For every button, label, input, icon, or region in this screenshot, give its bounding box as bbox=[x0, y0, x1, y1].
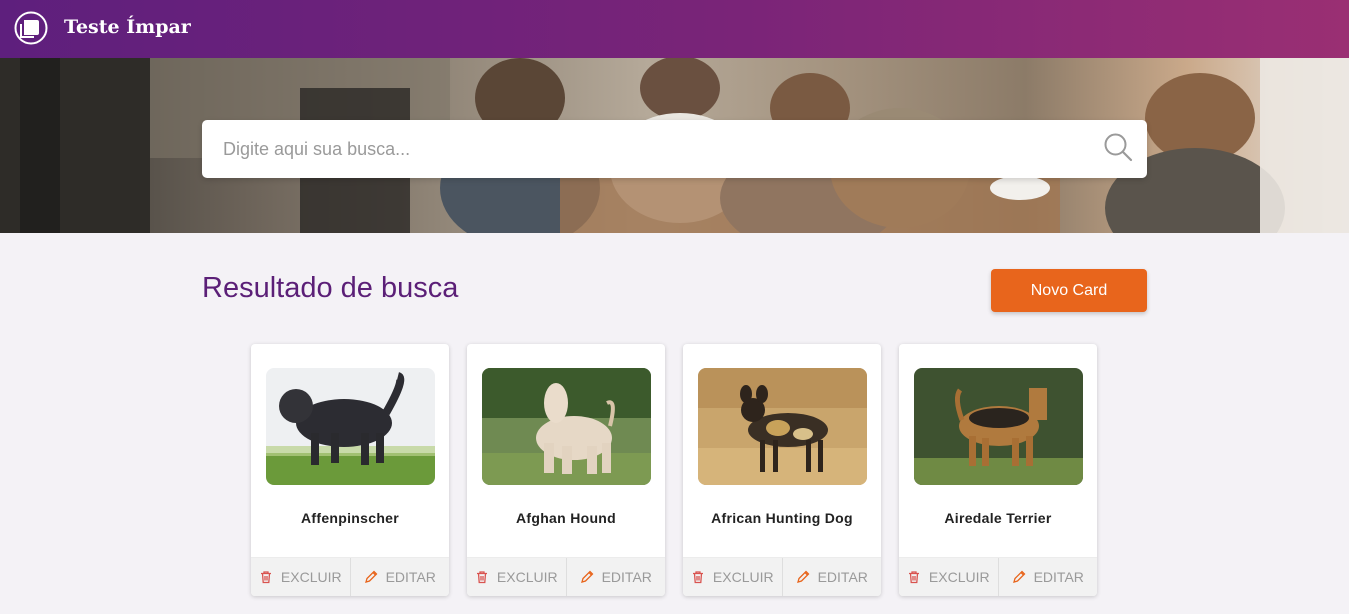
pencil-icon bbox=[364, 570, 378, 583]
delete-label: EXCLUIR bbox=[712, 569, 774, 585]
trash-icon bbox=[476, 571, 487, 584]
new-card-button[interactable]: Novo Card bbox=[991, 269, 1147, 312]
dog-card[interactable]: Airedale Terrier EXCLUIR EDITAR bbox=[899, 344, 1097, 596]
delete-label: EXCLUIR bbox=[928, 569, 990, 585]
trash-icon bbox=[260, 571, 271, 584]
dog-card[interactable]: Affenpinscher EXCLUIR EDITAR bbox=[251, 344, 449, 596]
card-title: Airedale Terrier bbox=[944, 510, 1052, 526]
edit-button[interactable]: EDITAR bbox=[567, 558, 666, 596]
delete-button[interactable]: EXCLUIR bbox=[899, 558, 999, 596]
card-actions: EXCLUIR EDITAR bbox=[899, 557, 1097, 596]
delete-label: EXCLUIR bbox=[280, 569, 342, 585]
top-bar: Teste Ímpar bbox=[0, 0, 1349, 58]
edit-label: EDITAR bbox=[385, 569, 436, 585]
delete-button[interactable]: EXCLUIR bbox=[683, 558, 783, 596]
brand-title[interactable]: Teste Ímpar bbox=[64, 16, 191, 38]
card-title: Afghan Hound bbox=[515, 510, 617, 526]
delete-button[interactable]: EXCLUIR bbox=[467, 558, 567, 596]
edit-button[interactable]: EDITAR bbox=[999, 558, 1098, 596]
edit-button[interactable]: EDITAR bbox=[351, 558, 450, 596]
dog-card[interactable]: African Hunting Dog EXCLUIR EDITAR bbox=[683, 344, 881, 596]
edit-label: EDITAR bbox=[817, 569, 868, 585]
pencil-icon bbox=[580, 570, 594, 583]
card-image bbox=[698, 368, 867, 485]
edit-label: EDITAR bbox=[601, 569, 652, 585]
card-image bbox=[266, 368, 435, 485]
card-image bbox=[914, 368, 1083, 485]
delete-button[interactable]: EXCLUIR bbox=[251, 558, 351, 596]
card-title: African Hunting Dog bbox=[711, 510, 853, 526]
pencil-icon bbox=[796, 570, 810, 583]
card-actions: EXCLUIR EDITAR bbox=[467, 557, 665, 596]
logo-icon[interactable] bbox=[14, 11, 48, 45]
search-bar bbox=[202, 120, 1147, 178]
trash-icon bbox=[908, 571, 919, 584]
trash-icon bbox=[692, 571, 703, 584]
card-image bbox=[482, 368, 651, 485]
results-title: Resultado de busca bbox=[202, 272, 459, 304]
edit-button[interactable]: EDITAR bbox=[783, 558, 882, 596]
search-icon[interactable] bbox=[1103, 132, 1133, 162]
search-input[interactable] bbox=[202, 120, 1082, 178]
card-actions: EXCLUIR EDITAR bbox=[683, 557, 881, 596]
delete-label: EXCLUIR bbox=[496, 569, 558, 585]
dog-card[interactable]: Afghan Hound EXCLUIR EDITAR bbox=[467, 344, 665, 596]
pencil-icon bbox=[1012, 570, 1026, 583]
edit-label: EDITAR bbox=[1033, 569, 1084, 585]
card-title: Affenpinscher bbox=[300, 510, 400, 526]
card-actions: EXCLUIR EDITAR bbox=[251, 557, 449, 596]
